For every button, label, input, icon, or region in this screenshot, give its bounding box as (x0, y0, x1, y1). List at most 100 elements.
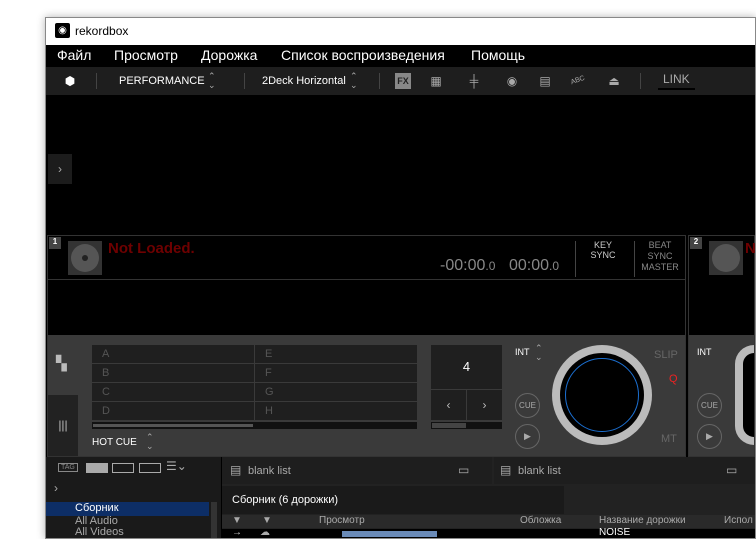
table-row[interactable]: → ☁ NOISE (222, 527, 755, 538)
lyric-icon[interactable]: ABC (568, 71, 589, 92)
play-button[interactable]: ▶ (697, 424, 722, 449)
beat-loop-display[interactable]: 4 (431, 345, 502, 389)
pad-mode-chevron-icon[interactable]: ⌃ ⌄ (146, 433, 154, 451)
tree-item-collection[interactable]: Сборник (46, 502, 209, 516)
tag-button[interactable]: TAG (58, 463, 78, 472)
app-logo-icon: ◉ (55, 23, 70, 38)
browser-tree-panel: TAG ☰⌄ › Сборник All Audio All Videos (46, 457, 221, 538)
quantize-button[interactable]: Q (669, 373, 678, 385)
toolbar: ⬢ PERFORMANCE ⌃ ⌄ 2Deck Horizontal ⌃ ⌄ FX … (46, 67, 755, 95)
int-select[interactable]: INT (697, 347, 712, 357)
hot-cue-pad-d[interactable]: D (92, 402, 254, 420)
color-swatch-3[interactable] (139, 463, 161, 473)
color-swatch-1[interactable] (86, 463, 108, 473)
hot-cue-pad-c[interactable]: C (92, 383, 254, 401)
loop-next-button[interactable]: › (467, 390, 502, 420)
column-preview[interactable]: Просмотр (319, 515, 365, 526)
list-view-icon[interactable]: ☰⌄ (166, 459, 187, 473)
artwork-disc-icon (709, 241, 743, 275)
collection-title: Сборник (6 дорожки) (222, 486, 564, 514)
pad-view-icon[interactable]: ▚ (56, 355, 67, 372)
rekordbox-window: ◉ rekordbox Файл Просмотр Дорожка Список… (45, 17, 756, 539)
rekordbox-logo-icon[interactable]: ⬢ (62, 73, 78, 89)
list-2-label[interactable]: blank list (518, 465, 561, 477)
list-menu-icon[interactable]: ▭ (726, 463, 737, 477)
loop-prev-button[interactable]: ‹ (431, 390, 466, 420)
hot-cue-pad-e[interactable]: E (255, 345, 417, 363)
track-title: NOISE (599, 527, 631, 538)
menu-bar: Файл Просмотр Дорожка Список воспроизвед… (46, 45, 755, 67)
hot-cue-pad-b[interactable]: B (92, 364, 254, 382)
remaining-time: -00:00.0 (440, 257, 496, 274)
hot-cue-pad-g[interactable]: G (255, 383, 417, 401)
sampler-grid-icon[interactable]: ▦ (428, 73, 444, 89)
fx-icon[interactable]: FX (395, 73, 411, 89)
jog-wheel[interactable] (735, 345, 754, 445)
expand-tree-icon[interactable]: › (54, 481, 58, 495)
list-menu-icon[interactable]: ▭ (458, 463, 469, 477)
list-1-label[interactable]: blank list (248, 465, 291, 477)
title-bar: ◉ rekordbox (46, 18, 755, 45)
pad-scrollbar[interactable] (92, 422, 417, 429)
tree-item-all-videos[interactable]: All Videos (75, 527, 124, 538)
track-status: Not Loaded. (108, 240, 195, 257)
deck-number: 1 (49, 237, 61, 249)
waveform (48, 279, 685, 280)
link-button[interactable]: LINK (658, 72, 695, 90)
jog-wheel[interactable] (552, 345, 652, 445)
master-tempo-button[interactable]: MT (661, 433, 677, 445)
loop-bar (431, 422, 502, 429)
mode-select[interactable]: PERFORMANCE (119, 75, 205, 87)
filter-icon[interactable]: ▼ (232, 515, 242, 526)
menu-view[interactable]: Просмотр (114, 47, 178, 63)
pad-mode-select[interactable]: HOT CUE (92, 437, 137, 448)
filter-icon[interactable]: ▼ (262, 515, 272, 526)
window-title: rekordbox (75, 24, 129, 38)
track-status: N (745, 240, 756, 257)
deck-2: 2 N INT CUE ▶ (688, 235, 756, 457)
expand-panel-button[interactable]: › (48, 154, 72, 184)
color-swatch-2[interactable] (112, 463, 134, 473)
list-1-header: ▤ blank list ▭ (222, 457, 492, 484)
column-track-title[interactable]: Название дорожки (599, 515, 686, 526)
deck-controls: INT CUE ▶ (689, 335, 754, 456)
waveform-preview (342, 531, 437, 537)
browser-main: ▤ blank list ▭ ▤ blank list ▭ Сборник (6… (222, 457, 755, 538)
key-sync-button[interactable]: KEY SYNC (583, 240, 623, 260)
menu-playlist[interactable]: Список воспроизведения (281, 47, 445, 63)
menu-file[interactable]: Файл (57, 47, 91, 63)
load-arrow-icon[interactable]: → (232, 528, 242, 538)
video-icon[interactable]: ▤ (537, 73, 553, 89)
broadcast-icon[interactable]: ⏏ (606, 73, 622, 89)
deck-1: 1 Not Loaded. -00:00.0 00:00.0 KEY SYNC B… (47, 235, 686, 457)
int-chevron-icon[interactable]: ⌃ ⌄ (535, 344, 543, 362)
column-artwork[interactable]: Обложка (520, 515, 561, 526)
record-icon[interactable]: ◉ (504, 73, 520, 89)
deck-number: 2 (690, 237, 702, 249)
list-icon: ▤ (230, 463, 242, 477)
mixer-icon[interactable]: ╪ (466, 73, 482, 89)
play-button[interactable]: ▶ (515, 424, 540, 449)
hot-cue-pad-f[interactable]: F (255, 364, 417, 382)
menu-track[interactable]: Дорожка (201, 47, 257, 63)
list-2-header: ▤ blank list ▭ (494, 457, 755, 484)
int-select[interactable]: INT (515, 347, 530, 357)
beat-sync-button[interactable]: BEAT SYNC MASTER (638, 240, 682, 273)
cloud-icon: ☁ (260, 527, 270, 538)
hot-cue-pad-a[interactable]: A (92, 345, 254, 363)
layout-select[interactable]: 2Deck Horizontal (262, 75, 346, 87)
menu-help[interactable]: Помощь (471, 47, 525, 63)
tree-scrollbar[interactable] (211, 502, 217, 538)
column-artist[interactable]: Испол (724, 515, 753, 526)
table-header: ▼ ▼ Просмотр Обложка Название дорожки Ис… (222, 515, 755, 528)
deck-controls: ▚ ||| A B C D E F G H HOT CUE ⌃ ⌄ 4 ‹ › I… (48, 335, 685, 456)
list-icon: ▤ (500, 463, 512, 477)
mode-chevron-icon[interactable]: ⌃ ⌄ (208, 72, 216, 90)
cue-button[interactable]: CUE (515, 393, 540, 418)
cue-button[interactable]: CUE (697, 393, 722, 418)
hot-cue-pad-h[interactable]: H (255, 402, 417, 420)
artwork-disc-icon (68, 241, 102, 275)
slip-button[interactable]: SLIP (654, 349, 678, 361)
layout-chevron-icon[interactable]: ⌃ ⌄ (350, 72, 358, 90)
waveform-view-button[interactable]: ||| (48, 395, 78, 456)
